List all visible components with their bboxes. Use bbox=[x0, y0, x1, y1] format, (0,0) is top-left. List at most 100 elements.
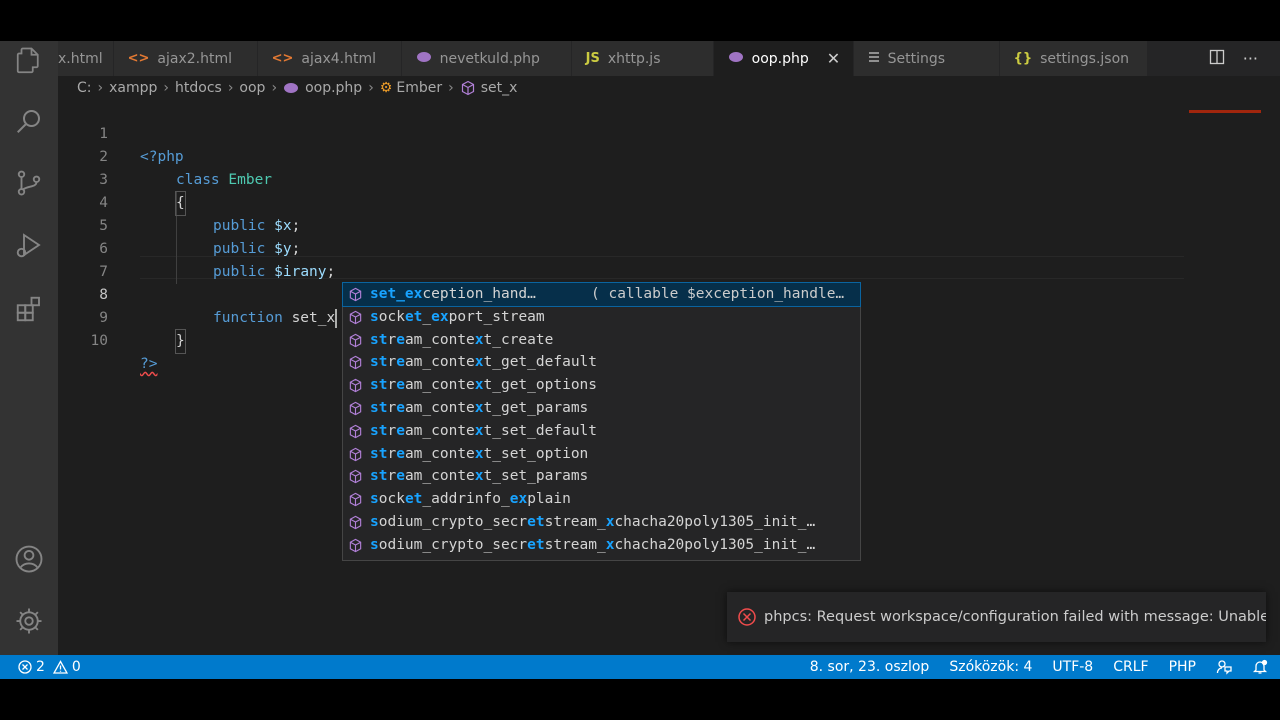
php-elephant-icon bbox=[284, 83, 299, 93]
autocomplete-suggest-widget: set_exception_hand… ( callable $exception… bbox=[342, 282, 861, 561]
status-bar: 2 0 8. sor, 23. oszlop Szóközök: 4 UTF-8… bbox=[0, 655, 1280, 679]
php-close-tag: ?> bbox=[140, 356, 158, 372]
encoding[interactable]: UTF-8 bbox=[1042, 659, 1103, 675]
more-actions-icon[interactable]: ··· bbox=[1243, 49, 1258, 68]
code-line-6: 6 public $irany; bbox=[58, 215, 1188, 280]
html-icon: <> bbox=[271, 51, 294, 66]
tab-actions: ··· bbox=[1208, 41, 1280, 76]
suggestion-item[interactable]: stream_context_get_params bbox=[343, 397, 860, 420]
breadcrumb-htdocs[interactable]: htdocs bbox=[175, 80, 222, 96]
run-debug-icon[interactable] bbox=[13, 229, 45, 261]
breadcrumb-class-label: Ember bbox=[396, 80, 443, 96]
code-line-2: 2 class Ember bbox=[58, 123, 1188, 188]
source-control-icon[interactable] bbox=[13, 167, 45, 199]
chevron-right-icon: › bbox=[448, 80, 454, 96]
chevron-right-icon: › bbox=[271, 80, 278, 96]
method-cube-icon bbox=[348, 447, 363, 462]
cursor-position[interactable]: 8. sor, 23. oszlop bbox=[800, 659, 940, 675]
code-line-7: 7 bbox=[58, 238, 1188, 280]
suggestion-item[interactable]: socket_export_stream bbox=[343, 306, 860, 329]
method-cube-icon bbox=[348, 538, 363, 553]
error-notification[interactable]: phpcs: Request workspace/configuration f… bbox=[727, 592, 1266, 642]
suggestion-item[interactable]: sodium_crypto_secretstream_xchacha20poly… bbox=[343, 511, 860, 534]
suggestion-item[interactable]: stream_context_set_params bbox=[343, 465, 860, 488]
breadcrumb-drive[interactable]: C: bbox=[77, 80, 92, 96]
manage-gear-icon[interactable] bbox=[13, 605, 45, 637]
indentation[interactable]: Szóközök: 4 bbox=[939, 659, 1042, 675]
method-cube-icon bbox=[348, 355, 363, 370]
method-cube-icon bbox=[348, 378, 363, 393]
breadcrumb-file[interactable]: oop.php bbox=[283, 80, 362, 96]
method-cube-icon bbox=[348, 515, 363, 530]
suggestion-label: stream_context_get_params bbox=[370, 399, 589, 416]
notifications-bell-icon[interactable] bbox=[1242, 659, 1280, 675]
tab-label: ajax4.html bbox=[301, 50, 377, 67]
activity-bar bbox=[0, 41, 58, 655]
suggestion-item[interactable]: stream_context_set_option bbox=[343, 443, 860, 466]
breadcrumb-method[interactable]: set_x bbox=[460, 80, 518, 96]
split-editor-icon[interactable] bbox=[1209, 49, 1225, 69]
accounts-icon[interactable] bbox=[13, 543, 45, 575]
suggestion-item[interactable]: set_exception_hand… ( callable $exception… bbox=[342, 282, 861, 307]
letterbox-bottom bbox=[0, 679, 1280, 720]
suggestion-label: socket_addrinfo_explain bbox=[370, 491, 571, 508]
search-icon[interactable] bbox=[13, 105, 45, 137]
line-ending[interactable]: CRLF bbox=[1103, 659, 1158, 675]
editor-tabs: x.html <> ajax2.html <> ajax4.html nevet… bbox=[58, 41, 1280, 76]
tab-ajax2-html[interactable]: <> ajax2.html bbox=[113, 41, 258, 76]
chevron-right-icon: › bbox=[227, 80, 234, 96]
explorer-icon[interactable] bbox=[13, 45, 45, 77]
method-cube-icon bbox=[348, 333, 363, 348]
suggestion-item[interactable]: stream_context_get_default bbox=[343, 351, 860, 374]
error-icon bbox=[18, 660, 32, 674]
suggestion-detail: ( callable $exception_handle… bbox=[591, 286, 845, 302]
tab-label: Settings bbox=[887, 50, 946, 67]
error-count: 2 bbox=[36, 659, 45, 675]
tab-x-html[interactable]: x.html bbox=[58, 41, 114, 76]
close-icon[interactable]: ✕ bbox=[827, 49, 840, 68]
php-elephant-icon bbox=[416, 51, 432, 67]
extensions-icon[interactable] bbox=[13, 293, 45, 325]
tab-xhttp-js[interactable]: JS xhttp.js bbox=[571, 41, 714, 76]
suggestion-item[interactable]: socket_addrinfo_explain bbox=[343, 488, 860, 511]
javascript-icon: JS bbox=[585, 51, 600, 66]
tab-oop-php[interactable]: oop.php ✕ bbox=[713, 41, 854, 76]
chevron-right-icon: › bbox=[368, 80, 374, 96]
suggestion-label: socket_export_stream bbox=[370, 308, 545, 325]
json-braces-icon: {} bbox=[1013, 51, 1033, 66]
chevron-right-icon: › bbox=[97, 80, 104, 96]
tab-label: settings.json bbox=[1040, 50, 1130, 67]
suggestion-label: stream_context_set_option bbox=[370, 445, 589, 462]
suggestion-item[interactable]: stream_context_get_options bbox=[343, 374, 860, 397]
method-cube-icon bbox=[348, 492, 363, 507]
suggestion-label: sodium_crypto_secretstream_xchacha20poly… bbox=[370, 513, 816, 530]
breadcrumb-xampp[interactable]: xampp bbox=[109, 80, 157, 96]
tab-ajax4-html[interactable]: <> ajax4.html bbox=[257, 41, 402, 76]
method-cube-icon bbox=[348, 401, 363, 416]
tab-settings-json[interactable]: {} settings.json bbox=[999, 41, 1148, 76]
method-cube-icon bbox=[461, 80, 474, 96]
feedback-icon[interactable] bbox=[1206, 659, 1242, 675]
language-mode[interactable]: PHP bbox=[1159, 659, 1206, 675]
chevron-right-icon: › bbox=[163, 80, 169, 96]
breadcrumb-method-label: set_x bbox=[480, 80, 518, 96]
suggestion-label: sodium_crypto_secretstream_xchacha20poly… bbox=[370, 536, 816, 553]
breadcrumb-oop[interactable]: oop bbox=[239, 80, 265, 96]
suggestion-label: stream_context_set_params bbox=[370, 468, 589, 485]
tab-label: ajax2.html bbox=[157, 50, 233, 67]
suggestion-item[interactable]: stream_context_set_default bbox=[343, 420, 860, 443]
notification-message: phpcs: Request workspace/configuration f… bbox=[764, 609, 1266, 625]
suggestion-label: set_exception_hand… bbox=[370, 286, 536, 302]
suggestion-item[interactable]: stream_context_create bbox=[343, 329, 860, 352]
html-icon: <> bbox=[127, 51, 150, 66]
suggestion-label: stream_context_get_default bbox=[370, 354, 598, 371]
suggestion-item[interactable]: sodium_crypto_secretstream_xchacha20poly… bbox=[343, 534, 860, 557]
breadcrumb-class[interactable]: ⚙ Ember bbox=[380, 80, 442, 96]
problems-indicator[interactable]: 2 0 bbox=[0, 659, 81, 675]
tab-nevetkuld-php[interactable]: nevetkuld.php bbox=[401, 41, 572, 76]
code-line-3: 3 { bbox=[58, 146, 1188, 216]
suggestion-label: stream_context_set_default bbox=[370, 422, 598, 439]
suggestion-label: stream_context_create bbox=[370, 331, 554, 348]
tab-settings[interactable]: Settings bbox=[853, 41, 1000, 76]
suggestion-label: stream_context_get_options bbox=[370, 377, 598, 394]
